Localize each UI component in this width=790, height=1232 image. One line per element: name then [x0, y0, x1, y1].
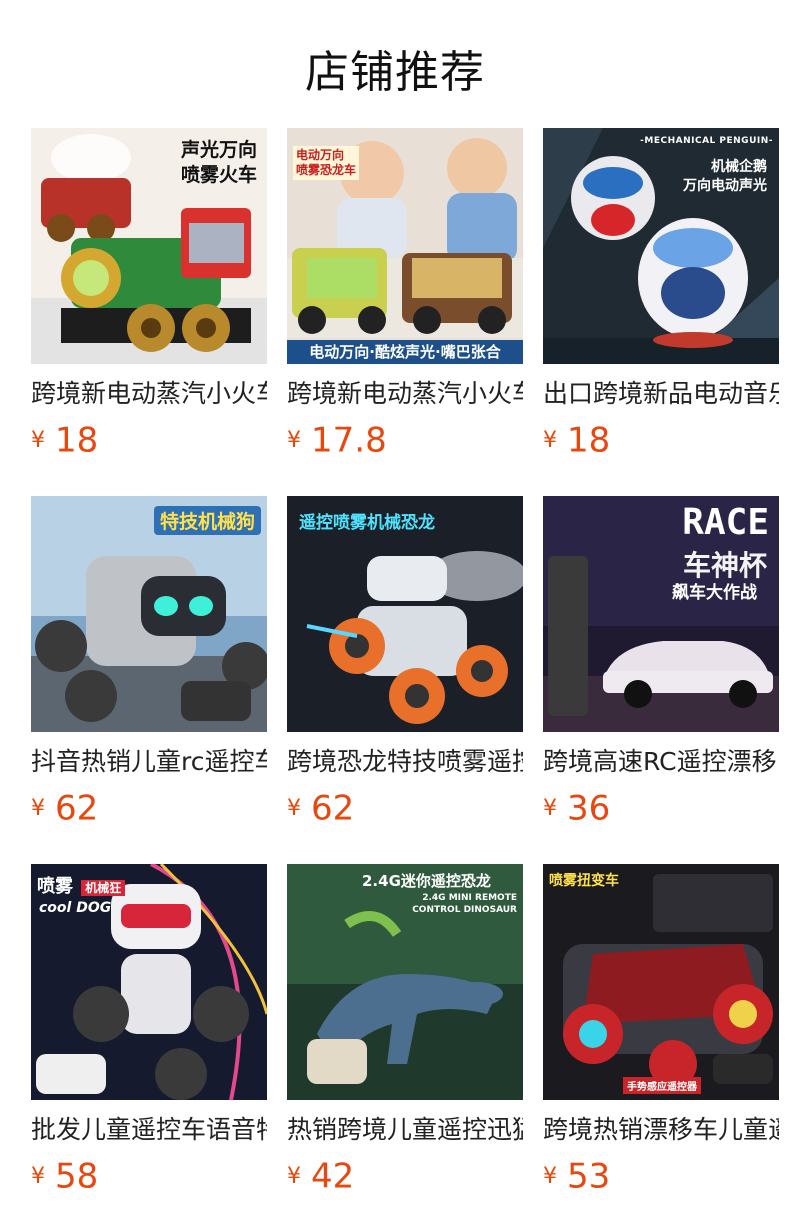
image-caption: 喷雾 — [37, 876, 73, 897]
image-caption: 特技机械狗 — [153, 506, 261, 535]
image-caption: 电动万向 — [296, 148, 345, 162]
product-card[interactable]: RACE 车神杯 飙车大作战 跨境高速RC遥控漂移 ¥36 — [543, 496, 779, 829]
product-name[interactable]: 热销跨境儿童遥控迅猛龙 — [287, 1112, 523, 1148]
race-car-image[interactable]: RACE 车神杯 飙车大作战 — [543, 496, 779, 732]
image-caption: 万向电动声光 — [683, 178, 767, 194]
image-caption: 喷雾扭变车 — [549, 873, 619, 889]
image-caption: 遥控喷雾机械恐龙 — [299, 513, 435, 533]
image-caption: 飙车大作战 — [672, 583, 757, 603]
product-price: ¥36 — [543, 788, 779, 829]
currency-symbol: ¥ — [287, 1163, 301, 1189]
product-price: ¥62 — [31, 788, 267, 829]
price-value: 58 — [55, 1156, 99, 1197]
currency-symbol: ¥ — [287, 427, 301, 453]
price-value: 62 — [311, 788, 355, 829]
currency-symbol: ¥ — [31, 1163, 45, 1189]
product-price: ¥18 — [543, 420, 779, 461]
train-image[interactable]: 声光万向 喷雾火车 — [31, 128, 267, 364]
price-value: 17.8 — [311, 420, 387, 461]
page-title: 店铺推荐 — [305, 47, 485, 98]
image-caption: 喷雾火车 — [180, 164, 257, 186]
product-name[interactable]: 跨境高速RC遥控漂移 — [543, 744, 779, 780]
currency-symbol: ¥ — [543, 795, 557, 821]
image-caption: 2.4G MINI REMOTE — [422, 893, 517, 903]
image-caption: 手势感应遥控器 — [623, 1077, 701, 1094]
currency-symbol: ¥ — [31, 795, 45, 821]
product-name[interactable]: 跨境新电动蒸汽小火车 — [287, 376, 523, 412]
product-name[interactable]: 出口跨境新品电动音乐 — [543, 376, 779, 412]
product-card[interactable]: -MECHANICAL PENGUIN- 机械企鹅 万向电动声光 出口跨境新品电… — [543, 128, 779, 461]
price-value: 62 — [55, 788, 99, 829]
product-name[interactable]: 跨境热销漂移车儿童遥 — [543, 1112, 779, 1148]
price-value: 36 — [567, 788, 611, 829]
image-caption: 2.4G迷你遥控恐龙 — [362, 872, 491, 890]
product-card[interactable]: 遥控喷雾机械恐龙 跨境恐龙特技喷雾遥控 ¥62 — [287, 496, 523, 829]
cool-dog-image[interactable]: 喷雾 机械狂 cool DOG — [31, 864, 267, 1100]
currency-symbol: ¥ — [287, 795, 301, 821]
image-banner: 电动万向·酷炫声光·嘴巴张合 — [309, 343, 501, 361]
price-value: 18 — [55, 420, 99, 461]
product-card[interactable]: 声光万向 喷雾火车 跨境新电动蒸汽小火车 ¥18 — [31, 128, 267, 461]
product-card[interactable]: 喷雾扭变车 手势感应遥控器 跨境热销漂移车儿童遥 ¥53 — [543, 864, 779, 1197]
raptor-image[interactable]: 2.4G迷你遥控恐龙 2.4G MINI REMOTE CONTROL DINO… — [287, 864, 523, 1100]
product-card[interactable]: 电动万向 喷雾恐龙车 电动万向·酷炫声光·嘴巴张合 跨境新电动蒸汽小火车 ¥17… — [287, 128, 523, 461]
product-price: ¥18 — [31, 420, 267, 461]
product-price: ¥42 — [287, 1156, 523, 1197]
image-caption: CONTROL DINOSAUR — [412, 905, 517, 915]
image-caption: -MECHANICAL PENGUIN- — [640, 136, 773, 146]
image-caption: RACE — [682, 502, 769, 543]
stunt-car-image[interactable]: 喷雾扭变车 手势感应遥控器 — [543, 864, 779, 1100]
price-value: 18 — [567, 420, 611, 461]
product-card[interactable]: 2.4G迷你遥控恐龙 2.4G MINI REMOTE CONTROL DINO… — [287, 864, 523, 1197]
robot-dog-image[interactable]: 特技机械狗 — [31, 496, 267, 732]
product-name[interactable]: 抖音热销儿童rc遥控车 — [31, 744, 267, 780]
image-caption: 声光万向 — [180, 139, 257, 161]
currency-symbol: ¥ — [31, 427, 45, 453]
mech-dino-image[interactable]: 遥控喷雾机械恐龙 — [287, 496, 523, 732]
price-value: 42 — [311, 1156, 355, 1197]
currency-symbol: ¥ — [543, 1163, 557, 1189]
image-caption: 喷雾恐龙车 — [296, 163, 357, 177]
product-name[interactable]: 跨境新电动蒸汽小火车 — [31, 376, 267, 412]
dino-car-image[interactable]: 电动万向 喷雾恐龙车 电动万向·酷炫声光·嘴巴张合 — [287, 128, 523, 364]
image-caption: cool DOG — [39, 900, 112, 916]
image-caption: 机械企鹅 — [711, 159, 767, 175]
product-price: ¥62 — [287, 788, 523, 829]
product-card[interactable]: 喷雾 机械狂 cool DOG 批发儿童遥控车语音特 ¥58 — [31, 864, 267, 1197]
currency-symbol: ¥ — [543, 427, 557, 453]
product-price: ¥17.8 — [287, 420, 523, 461]
penguin-image[interactable]: -MECHANICAL PENGUIN- 机械企鹅 万向电动声光 — [543, 128, 779, 364]
product-price: ¥53 — [543, 1156, 779, 1197]
image-caption: 机械狂 — [81, 880, 126, 896]
product-card[interactable]: 特技机械狗 抖音热销儿童rc遥控车 ¥62 — [31, 496, 267, 829]
product-name[interactable]: 跨境恐龙特技喷雾遥控 — [287, 744, 523, 780]
product-price: ¥58 — [31, 1156, 267, 1197]
price-value: 53 — [567, 1156, 611, 1197]
product-name[interactable]: 批发儿童遥控车语音特 — [31, 1112, 267, 1148]
